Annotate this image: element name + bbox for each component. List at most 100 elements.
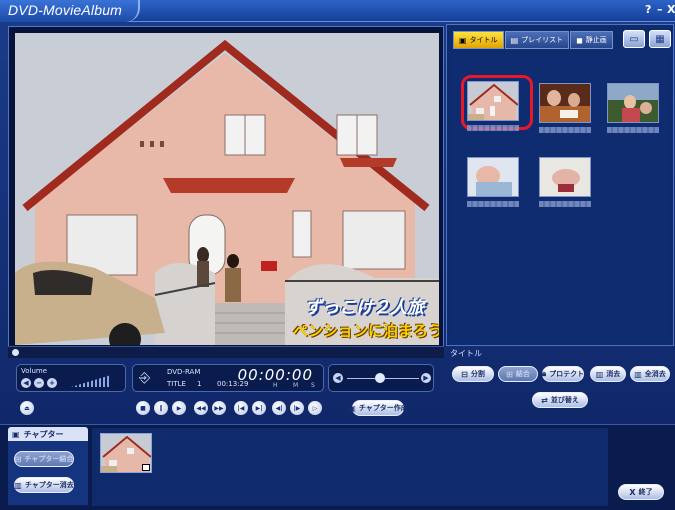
trash-all-icon: ▥ (634, 369, 642, 379)
protect-button[interactable]: 🔒︎ プロテクト (542, 366, 584, 382)
tab-playlist-label: プレイリスト (521, 36, 564, 44)
trash-icon: ▥ (595, 369, 604, 379)
title-label: TITLE (167, 380, 186, 388)
chapter-header: ▣ チャプター (8, 427, 88, 441)
next-chapter-button[interactable]: ▶| (252, 401, 266, 415)
delete-all-button[interactable]: ▥ 全消去 (630, 366, 670, 382)
seek-knob[interactable] (12, 349, 19, 356)
step-back-button[interactable]: ◀| (272, 401, 286, 415)
thumbnail-image (540, 158, 590, 196)
step-forward-icon: |▶ (293, 404, 301, 412)
delete-button[interactable]: ▥ 消去 (590, 366, 626, 382)
camera-icon: ▣ (459, 35, 467, 45)
volume-label: Volume (21, 367, 48, 375)
minimize-button[interactable]: – (657, 3, 663, 16)
fast-forward-button[interactable]: ▶▶ (212, 401, 226, 415)
tab-playlist[interactable]: ▤ プレイリスト (504, 31, 570, 49)
title-thumbnail[interactable] (607, 83, 659, 123)
seek-bar[interactable] (8, 346, 444, 358)
title-number: 1 (197, 380, 202, 388)
stop-button[interactable]: ■ (136, 401, 150, 415)
list-icon: ▦ (655, 33, 665, 45)
tab-title-label: タイトル (469, 36, 498, 44)
chapter-delete-button[interactable]: ▥ チャプター消去 (14, 477, 74, 493)
selected-thumbnail-highlight (461, 75, 533, 130)
eject-button[interactable]: ⏏ (20, 401, 34, 415)
settings-button[interactable]: ▦ (649, 30, 671, 48)
thumbnail-caption (539, 201, 591, 207)
video-caption-subtitle: ペンションに泊まろう (293, 322, 439, 340)
protect-label: プロテクト (549, 370, 585, 378)
step-back-icon: ◀| (275, 404, 283, 412)
tab-still-image[interactable]: ◼ 静止画 (570, 31, 613, 49)
volume-mute-button[interactable]: ◀ (21, 378, 31, 388)
prev-chapter-button[interactable]: |◀ (234, 401, 248, 415)
split-icon: ⊟ (461, 369, 468, 379)
app-title: DVD-MovieAlbum (8, 2, 123, 18)
fast-forward-icon: ▶▶ (214, 404, 224, 412)
video-preview[interactable]: ずっこけ２人旅 ペンションに泊まろう (8, 26, 444, 352)
thumbnail-caption (607, 127, 659, 133)
import-button[interactable]: ▭ (623, 30, 645, 48)
thumbnail-caption (539, 127, 591, 133)
title-thumbnail[interactable] (467, 157, 519, 197)
media-type: DVD-RAM (167, 368, 201, 376)
play-icon: ▶ (176, 404, 182, 412)
exit-label: 終了 (638, 488, 653, 496)
chapter-combine-label: チャプター結合 (24, 455, 74, 463)
chapter-thumbnail[interactable] (100, 433, 152, 473)
photo-icon: ◼ (576, 35, 583, 45)
fast-button[interactable]: ▶ (421, 373, 431, 383)
combine-icon: ⊞ (506, 369, 513, 379)
chapter-combine-icon: ⊞ (14, 454, 22, 464)
hours-label: H (273, 382, 278, 389)
reorder-icon: ⇄ (541, 395, 548, 405)
combine-button[interactable]: ⊞ 結合 (498, 366, 538, 382)
help-button[interactable]: ? (645, 3, 651, 16)
reorder-button[interactable]: ⇄ 並び替え (532, 392, 588, 408)
tab-title[interactable]: ▣ タイトル (453, 31, 504, 49)
volume-up-button[interactable]: + (47, 378, 57, 388)
delete-all-label: 全消去 (644, 370, 666, 378)
rewind-icon: ◀◀ (196, 404, 206, 412)
title-panel: ▣ タイトル ▤ プレイリスト ◼ 静止画 ▭ ▦ (446, 24, 674, 346)
thumbnail-image (468, 158, 518, 196)
slow-play-button[interactable]: ▷ (308, 401, 322, 415)
chapter-trash-icon: ▥ (14, 480, 22, 490)
title-thumbnail[interactable] (539, 83, 591, 123)
chapter-delete-label: チャプター消去 (24, 481, 74, 489)
volume-down-button[interactable]: − (34, 378, 44, 388)
speed-slider[interactable] (375, 373, 385, 383)
step-forward-button[interactable]: |▶ (290, 401, 304, 415)
chapter-create-button[interactable]: ▣ チャプター作成 (348, 400, 408, 416)
play-button[interactable]: ▶ (172, 401, 186, 415)
minutes-label: M (293, 382, 299, 389)
title-thumbnail[interactable] (539, 157, 591, 197)
chapter-strip (92, 428, 608, 506)
rewind-button[interactable]: ◀◀ (194, 401, 208, 415)
playlist-icon: ▤ (510, 35, 519, 45)
disc-icon: ⎆ (139, 370, 151, 386)
eject-icon: ⏏ (24, 404, 30, 412)
disc-info-display: ⎆ DVD-RAM TITLE 1 00:13:29 00:00:00 H M … (132, 364, 324, 392)
next-chapter-icon: ▶| (255, 404, 263, 412)
pause-icon: ‖ (159, 404, 163, 412)
exit-button[interactable]: X 終了 (618, 484, 664, 500)
delete-label: 消去 (606, 370, 621, 378)
close-button[interactable]: X (667, 3, 675, 16)
split-label: 分割 (470, 370, 485, 378)
chapter-combine-button[interactable]: ⊞ チャプター結合 (14, 451, 74, 467)
tab-still-image-label: 静止画 (585, 36, 607, 44)
thumbnail-image (540, 84, 590, 122)
slow-button[interactable]: ◀ (333, 373, 343, 383)
title-bar: DVD-MovieAlbum ? – X (0, 0, 675, 22)
chapter-header-label: チャプター (23, 429, 64, 439)
chapter-marker-icon (142, 464, 150, 471)
combine-label: 結合 (515, 370, 530, 378)
volume-control: Volume ◀ − + (16, 364, 126, 392)
lock-icon: 🔒︎ (541, 369, 547, 378)
split-button[interactable]: ⊟ 分割 (452, 366, 494, 382)
title-thumbnail-grid (453, 53, 669, 343)
volume-level-bars[interactable] (71, 375, 111, 387)
pause-button[interactable]: ‖ (154, 401, 168, 415)
